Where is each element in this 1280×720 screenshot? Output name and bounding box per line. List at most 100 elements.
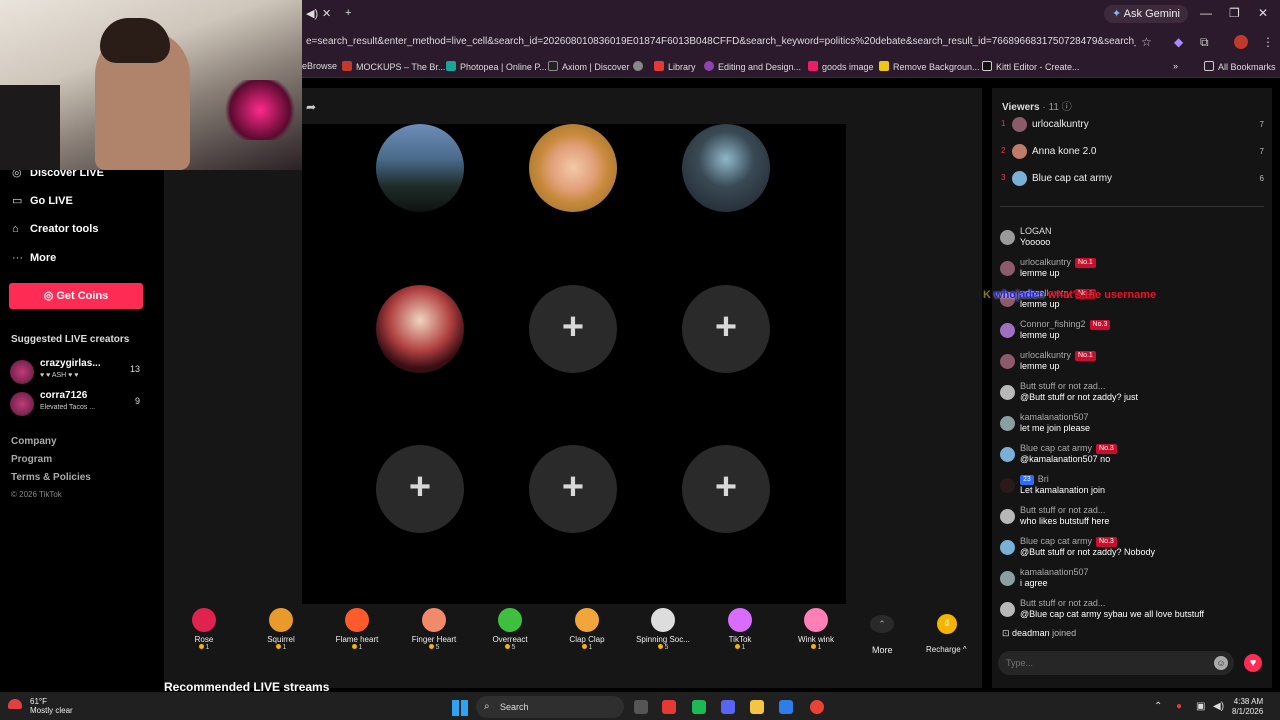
bookmark-favicon: [982, 61, 992, 71]
kebab-menu-icon[interactable]: ⋮: [1262, 35, 1274, 49]
gift-rose[interactable]: Rose 1: [166, 606, 242, 651]
star-icon[interactable]: ☆: [1141, 35, 1152, 49]
chat-message[interactable]: Blue cap cat army No.3 @kamalanation507 no: [1000, 443, 1270, 473]
empty-guest-slot[interactable]: +: [376, 445, 464, 533]
empty-guest-slot[interactable]: +: [529, 445, 617, 533]
chat-message[interactable]: Connor_fishing2 No.3 lemme up: [1000, 319, 1270, 349]
chat-message[interactable]: Butt stuff or not zad... @Blue cap cat ar…: [1000, 598, 1270, 628]
chat-message[interactable]: urlocalkuntry No.1 lemme up: [1000, 350, 1270, 380]
squirrel-icon: [269, 608, 293, 632]
ask-gemini-button[interactable]: ✦ Ask Gemini: [1104, 5, 1188, 23]
windows-start-icon[interactable]: [452, 700, 468, 716]
chrome-icon[interactable]: [810, 700, 824, 714]
more-icon: ···: [12, 252, 23, 264]
info-icon[interactable]: ⓘ: [1062, 102, 1072, 113]
bookmark-item[interactable]: Kittl Editor - Create...: [982, 61, 1080, 72]
url-field[interactable]: e=search_result&enter_method=live_cell&s…: [306, 36, 1136, 47]
bookmark-item[interactable]: Photopea | Online P...: [446, 61, 547, 72]
empty-guest-slot[interactable]: +: [682, 285, 770, 373]
suggested-creator[interactable]: corra7126 Elevated Tacos ... 9: [10, 390, 160, 420]
chat-message[interactable]: 23 Bri Let kamalanation join: [1000, 474, 1270, 504]
guest-avatar[interactable]: [529, 124, 617, 212]
bookmark-item[interactable]: Editing and Design...: [704, 61, 801, 72]
network-icon[interactable]: ▣: [1196, 701, 1205, 712]
mail-icon[interactable]: [779, 700, 793, 714]
gift-squirrel[interactable]: Squirrel 1: [243, 606, 319, 651]
volume-icon[interactable]: ◀): [1213, 701, 1224, 712]
more-gifts-button[interactable]: More: [872, 645, 893, 655]
chevron-up-icon[interactable]: ⌃: [870, 615, 894, 633]
suggested-creator[interactable]: crazygirlas... ♥ ♥ ASH ♥ ♥ 13: [10, 358, 160, 388]
bookmark-item[interactable]: Axiom | Discover: [548, 61, 629, 72]
profile-avatar[interactable]: [1234, 35, 1248, 49]
emoji-icon[interactable]: ☺: [1214, 656, 1228, 670]
empty-guest-slot[interactable]: +: [682, 445, 770, 533]
footer-link-company[interactable]: Company: [11, 436, 57, 447]
close-tab-icon[interactable]: ✕: [322, 7, 331, 20]
guest-avatar[interactable]: [376, 124, 464, 212]
gift-tiktok[interactable]: TikTok 1: [702, 606, 778, 651]
mute-tab-icon[interactable]: ◀): [306, 7, 318, 20]
nav-more[interactable]: ··· More: [12, 252, 56, 264]
footer-link-terms[interactable]: Terms & Policies: [11, 472, 91, 483]
close-window-icon[interactable]: ✕: [1258, 6, 1268, 20]
rank-badge: No.3: [1096, 537, 1117, 547]
join-icon: ⊡: [1002, 628, 1013, 638]
discord-icon[interactable]: [721, 700, 735, 714]
viewer-row[interactable]: 1 urlocalkuntry 7: [1000, 116, 1268, 134]
chat-message[interactable]: Butt stuff or not zad... who likes butstu…: [1000, 505, 1270, 535]
nav-go-live[interactable]: ▭ Go LIVE: [12, 194, 73, 207]
camera-icon: ▭: [12, 195, 23, 207]
tray-chevron-icon[interactable]: ⌃: [1154, 701, 1162, 712]
bookmark-item[interactable]: Remove Backgroun...: [879, 61, 980, 72]
chat-message[interactable]: urlocalkuntry No.1 lemme up: [1000, 257, 1270, 287]
share-icon[interactable]: ➦: [306, 100, 316, 114]
chat-message[interactable]: LOGAN Yooooo: [1000, 226, 1270, 256]
file-explorer-icon[interactable]: [750, 700, 764, 714]
bookmark-item[interactable]: goods image: [808, 61, 874, 72]
heart-icon[interactable]: ♥: [1244, 654, 1262, 672]
maximize-icon[interactable]: ❐: [1229, 6, 1240, 20]
gift-flame-heart[interactable]: Flame heart 1: [319, 606, 395, 651]
chat-message[interactable]: kamalanation507 let me join please: [1000, 412, 1270, 442]
guest-avatar[interactable]: [682, 124, 770, 212]
avatar: [1000, 571, 1015, 586]
taskbar-search[interactable]: ⌕ Search: [476, 696, 624, 718]
viewer-row[interactable]: 2 Anna kone 2.0 7: [1000, 143, 1268, 161]
guest-avatar[interactable]: [376, 285, 464, 373]
extension-icon[interactable]: ◆: [1174, 35, 1183, 49]
gift-clap-clap[interactable]: Clap Clap 1: [549, 606, 625, 651]
recharge-button[interactable]: Recharge ^: [926, 645, 967, 654]
gift-overreact[interactable]: Overreact 5: [472, 606, 548, 651]
bookmark-item[interactable]: MOCKUPS – The Br...: [342, 61, 445, 72]
all-bookmarks-button[interactable]: All Bookmarks: [1204, 61, 1276, 72]
new-tab-icon[interactable]: +: [345, 7, 351, 19]
viewer-row[interactable]: 3 Blue cap cat army 6: [1000, 170, 1268, 188]
empty-guest-slot[interactable]: +: [529, 285, 617, 373]
coin-icon[interactable]: ₫: [937, 614, 957, 634]
youtube-icon[interactable]: [662, 700, 676, 714]
task-view-icon[interactable]: [634, 700, 648, 714]
search-icon: ⌕: [484, 701, 490, 712]
minimize-icon[interactable]: —: [1200, 6, 1212, 20]
get-coins-button[interactable]: ◎ Get Coins: [9, 283, 143, 309]
gift-finger-heart[interactable]: Finger Heart 5: [396, 606, 472, 651]
chat-message[interactable]: Butt stuff or not zad... @Butt stuff or n…: [1000, 381, 1270, 411]
chat-input[interactable]: [998, 651, 1234, 675]
weather-widget[interactable]: 61°F Mostly clear: [30, 697, 73, 715]
bookmark-item[interactable]: eBrowse: [302, 61, 337, 71]
app-icon[interactable]: [692, 700, 706, 714]
bookmark-item[interactable]: Library: [654, 61, 696, 72]
footer-link-program[interactable]: Program: [11, 454, 52, 465]
system-clock[interactable]: 4:38 AM 8/1/2026: [1232, 697, 1263, 717]
gift-wink-wink[interactable]: Wink wink 1: [778, 606, 854, 651]
puzzle-icon[interactable]: ⧉: [1200, 35, 1209, 50]
viewers-title: Viewers: [1002, 102, 1040, 113]
chat-message[interactable]: kamalanation507 i agree: [1000, 567, 1270, 597]
microphone-icon[interactable]: ●: [1176, 701, 1182, 712]
bookmarks-overflow-icon[interactable]: »: [1173, 61, 1178, 71]
chat-message[interactable]: Blue cap cat army No.3 @Butt stuff or not …: [1000, 536, 1270, 566]
bookmark-item[interactable]: [633, 61, 647, 72]
nav-creator-tools[interactable]: ⌂ Creator tools: [12, 223, 98, 235]
gift-spinning-soccer[interactable]: Spinning Soc... 5: [625, 606, 701, 651]
